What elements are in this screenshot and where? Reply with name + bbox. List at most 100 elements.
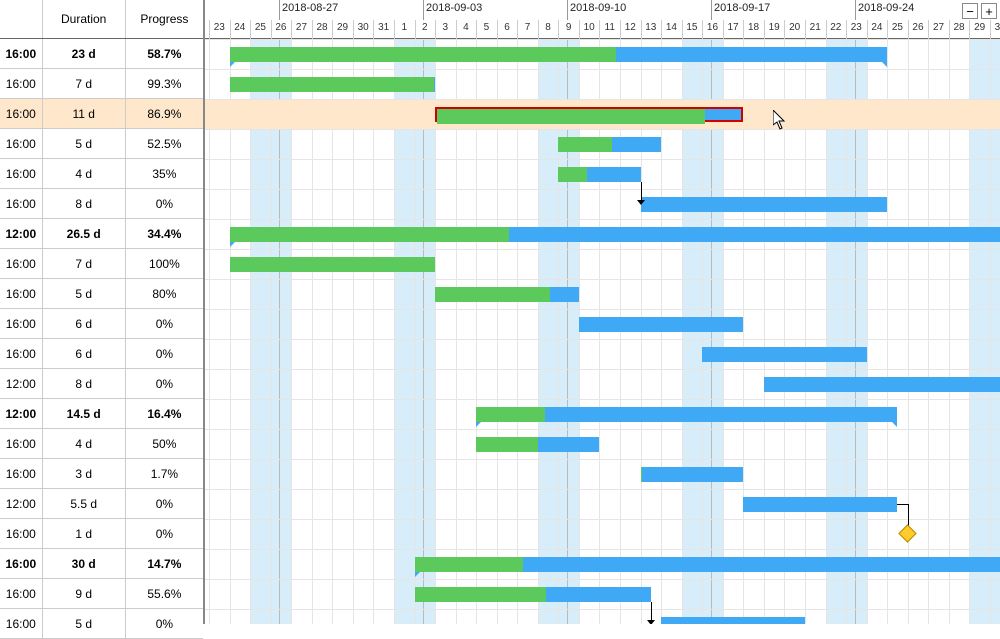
gantt-task-bar[interactable] [764,377,1000,392]
table-row[interactable]: 16:006 d0% [0,309,203,339]
table-row[interactable]: 16:007 d99.3% [0,69,203,99]
grid-header: Duration Progress [0,0,203,39]
table-row[interactable]: 16:005 d0% [0,609,203,639]
gantt-summary-bar[interactable] [415,557,1000,572]
gantt-task-bar[interactable] [641,197,888,212]
timescale-day-label: 27 [291,22,311,33]
gantt-progress [476,437,538,452]
table-row[interactable]: 16:008 d0% [0,189,203,219]
timescale-day-label: 6 [497,22,517,33]
timescale-day-label: 30 [353,22,373,33]
cell-progress: 0% [126,189,203,218]
timescale-day-label: 31 [374,22,394,33]
cell-progress: 1.7% [126,459,203,488]
table-row[interactable]: 12:0014.5 d16.4% [0,399,203,429]
gantt-task-bar[interactable] [435,287,579,302]
gantt-task-bar[interactable] [435,107,743,122]
cell-time: 16:00 [0,189,43,218]
gantt-progress [415,557,524,572]
gantt-task-bar[interactable] [579,317,743,332]
gantt-task-bar[interactable] [230,77,436,92]
timescale-day-label: 14 [661,22,681,33]
gantt-task-bar[interactable] [230,257,436,272]
gantt-task-bar[interactable] [415,587,651,602]
cell-time: 16:00 [0,429,43,458]
cursor-icon [773,110,787,130]
cell-time: 16:00 [0,549,43,578]
gantt-milestone[interactable] [898,524,916,542]
cell-time: 16:00 [0,99,43,128]
cell-duration: 4 d [43,159,126,188]
cell-time: 12:00 [0,489,43,518]
table-row[interactable]: 16:009 d55.6% [0,579,203,609]
cell-progress: 16.4% [126,399,203,428]
timescale-day-label: 4 [456,22,476,33]
zoom-out-button[interactable]: − [962,3,978,19]
col-header-time[interactable] [0,0,43,38]
timescale-day-label: 18 [744,22,764,33]
timescale-day-label: 5 [476,22,496,33]
timescale-day-label: 28 [949,22,969,33]
table-row[interactable]: 16:005 d52.5% [0,129,203,159]
cell-duration: 23 d [43,39,126,68]
table-row[interactable]: 12:005.5 d0% [0,489,203,519]
col-header-duration[interactable]: Duration [43,0,126,38]
cell-progress: 52.5% [126,129,203,158]
timescale-day-label: 30 [990,22,1000,33]
table-row[interactable]: 16:0023 d58.7% [0,39,203,69]
gantt-summary-bar[interactable] [476,407,897,422]
gantt-task-bar[interactable] [476,437,599,452]
table-row[interactable]: 12:008 d0% [0,369,203,399]
gantt-task-bar[interactable] [743,497,897,512]
table-row[interactable]: 16:004 d50% [0,429,203,459]
timescale-day-label: 24 [867,22,887,33]
gantt-summary-bar[interactable] [230,227,1000,242]
table-row[interactable]: 16:003 d1.7% [0,459,203,489]
gantt-progress [558,137,612,152]
cell-duration: 6 d [43,339,126,368]
table-row[interactable]: 16:005 d80% [0,279,203,309]
cell-duration: 7 d [43,249,126,278]
cell-duration: 8 d [43,189,126,218]
gantt-chart[interactable] [205,39,1000,624]
gantt-task-bar[interactable] [558,167,640,182]
table-row[interactable]: 16:0011 d86.9% [0,99,203,129]
gantt-progress [230,257,436,272]
cell-time: 12:00 [0,369,43,398]
cell-time: 16:00 [0,69,43,98]
table-row[interactable]: 16:0030 d14.7% [0,549,203,579]
cell-time: 16:00 [0,339,43,368]
cell-progress: 35% [126,159,203,188]
cell-time: 16:00 [0,129,43,158]
grid-panel[interactable]: Duration Progress 16:0023 d58.7%16:007 d… [0,0,205,624]
gantt-panel[interactable]: 2018-08-272018-09-032018-09-102018-09-17… [205,0,1000,624]
timescale-week-label: 2018-09-24 [858,2,914,14]
gantt-summary-bar[interactable] [230,47,888,62]
timescale-day-label: 7 [518,22,538,33]
gantt-task-bar[interactable] [661,617,805,624]
gantt-task-bar[interactable] [558,137,661,152]
timescale-day-label: 22 [826,22,846,33]
table-row[interactable]: 16:004 d35% [0,159,203,189]
zoom-in-button[interactable]: + [981,3,997,19]
col-header-progress[interactable]: Progress [126,0,203,38]
timescale-day-label: 17 [723,22,743,33]
timescale-day-label: 13 [641,22,661,33]
table-row[interactable]: 12:0026.5 d34.4% [0,219,203,249]
timescale-day-label: 3 [435,22,455,33]
cell-duration: 5.5 d [43,489,126,518]
table-row[interactable]: 16:001 d0% [0,519,203,549]
timescale-day-label: 29 [970,22,990,33]
gantt-progress [415,587,546,602]
gantt-task-bar[interactable] [641,467,744,482]
timescale-day-label: 2 [415,22,435,33]
cell-duration: 14.5 d [43,399,126,428]
table-row[interactable]: 16:006 d0% [0,339,203,369]
timeline-header[interactable]: 2018-08-272018-09-032018-09-102018-09-17… [205,0,1000,39]
cell-time: 16:00 [0,309,43,338]
cell-progress: 99.3% [126,69,203,98]
timescale-day-label: 26 [908,22,928,33]
gantt-task-bar[interactable] [702,347,866,362]
table-row[interactable]: 16:007 d100% [0,249,203,279]
timescale-day-label: 21 [805,22,825,33]
